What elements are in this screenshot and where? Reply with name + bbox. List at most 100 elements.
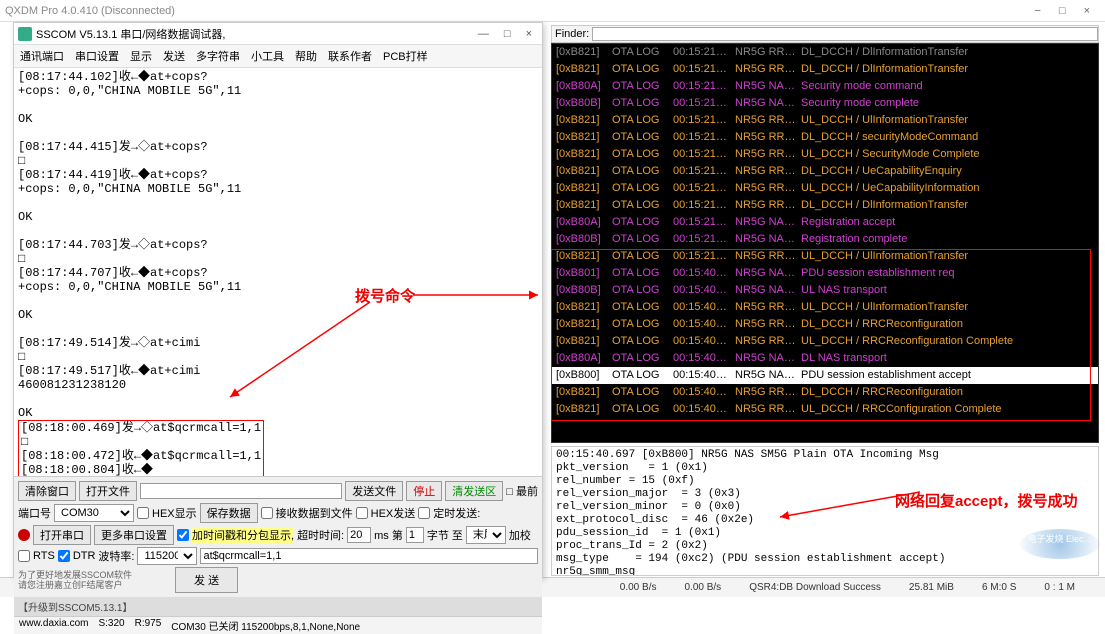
status-sent: S:320 <box>98 618 124 633</box>
clear-window-button[interactable]: 清除窗口 <box>18 481 76 501</box>
menu-item-3[interactable]: 发送 <box>163 48 185 64</box>
port-label: 端口号 <box>18 505 51 521</box>
log-row[interactable]: [0xB80A]OTA LOG00:15:21…NR5G NA…Security… <box>552 78 1098 95</box>
status-site[interactable]: www.daxia.com <box>19 618 88 633</box>
log-row[interactable]: [0xB80B]OTA LOG00:15:21…NR5G NA…Security… <box>552 95 1098 112</box>
menu-item-6[interactable]: 帮助 <box>295 48 317 64</box>
sscom-controls: 清除窗口 打开文件 发送文件 停止 清发送区 □ 最前 端口号 COM30 HE… <box>14 476 542 597</box>
dtr-checkbox[interactable] <box>58 550 70 562</box>
qxdm-title-text: QXDM Pro 4.0.410 (Disconnected) <box>5 5 1034 17</box>
status-size: 25.81 MiB <box>909 582 954 593</box>
clear-send-button[interactable]: 清发送区 <box>445 481 503 501</box>
status-extra: 0 : 1 M <box>1044 582 1075 593</box>
timed-send-label: 定时发送: <box>433 505 480 521</box>
file-path-input[interactable] <box>140 483 342 499</box>
status-bs-recv: 0.00 B/s <box>684 582 721 593</box>
recv-to-file-checkbox[interactable] <box>261 507 273 519</box>
sscom-close-icon[interactable]: × <box>526 28 532 40</box>
maximize-icon[interactable]: □ <box>1059 5 1066 17</box>
timestamp-checkbox[interactable] <box>177 529 189 541</box>
hex-send-checkbox[interactable] <box>356 507 368 519</box>
send-button[interactable]: 发 送 <box>175 567 238 593</box>
log-row[interactable]: [0xB821]OTA LOG00:15:40…NR5G RR…UL_DCCH … <box>552 401 1098 418</box>
menu-item-7[interactable]: 联系作者 <box>328 48 372 64</box>
menu-item-2[interactable]: 显示 <box>130 48 152 64</box>
log-row[interactable]: [0xB821]OTA LOG00:15:21…NR5G RR…DL_DCCH … <box>552 61 1098 78</box>
qxdm-log-panel: Finder: [0xB821]OTA LOG00:15:21…NR5G RR…… <box>551 25 1099 575</box>
minimize-icon[interactable]: − <box>1034 5 1040 17</box>
end-select[interactable]: 末尾 <box>466 526 506 544</box>
status-recv: R:975 <box>135 618 162 633</box>
baud-select[interactable]: 115200 <box>137 547 197 565</box>
log-row[interactable]: [0xB821]OTA LOG00:15:21…NR5G RR…UL_DCCH … <box>552 180 1098 197</box>
ms-label: ms 第 <box>374 527 403 543</box>
serial-terminal[interactable]: [08:17:44.102]收←◆at+cops? +cops: 0,0,"CH… <box>14 68 542 476</box>
sscom-status-bar: www.daxia.com S:320 R:975 COM30 已关闭 1152… <box>14 616 542 634</box>
msg-detail-text: 00:15:40.697 [0xB800] NR5G NAS SM5G Plai… <box>556 449 945 576</box>
open-file-button[interactable]: 打开文件 <box>79 481 137 501</box>
log-row[interactable]: [0xB821]OTA LOG00:15:40…NR5G RR…DL_DCCH … <box>552 316 1098 333</box>
menu-item-0[interactable]: 通讯端口 <box>20 48 64 64</box>
rts-checkbox[interactable] <box>18 550 30 562</box>
hex-display-checkbox[interactable] <box>137 507 149 519</box>
status-bs-send: 0.00 B/s <box>620 582 657 593</box>
log-row[interactable]: [0xB821]OTA LOG00:15:21…NR5G RR…DL_DCCH … <box>552 163 1098 180</box>
menu-item-4[interactable]: 多字符串 <box>196 48 240 64</box>
sscom-title-bar[interactable]: SSCOM V5.13.1 串口/网络数据调试器, — □ × <box>14 23 542 45</box>
sscom-window: SSCOM V5.13.1 串口/网络数据调试器, — □ × 通讯端口串口设置… <box>13 22 543 578</box>
hex-display-label: HEX显示 <box>152 505 197 521</box>
log-row[interactable]: [0xB821]OTA LOG00:15:21…NR5G RR…DL_DCCH … <box>552 129 1098 146</box>
sscom-maximize-icon[interactable]: □ <box>504 28 511 40</box>
timed-send-checkbox[interactable] <box>418 507 430 519</box>
log-row[interactable]: [0xB80A]OTA LOG00:15:21…NR5G NA…Registra… <box>552 214 1098 231</box>
stop-button[interactable]: 停止 <box>406 481 442 501</box>
log-row[interactable]: [0xB821]OTA LOG00:15:21…NR5G RR…DL_DCCH … <box>552 197 1098 214</box>
log-row[interactable]: [0xB821]OTA LOG00:15:40…NR5G RR…UL_DCCH … <box>552 333 1098 350</box>
command-input[interactable] <box>200 548 538 564</box>
tip-text: 为了更好地发展SSCOM软件请您注册嘉立创F结尾客户 <box>18 570 132 590</box>
log-row[interactable]: [0xB80B]OTA LOG00:15:40…NR5G NA…UL NAS t… <box>552 282 1098 299</box>
log-row[interactable]: [0xB821]OTA LOG00:15:21…NR5G RR…UL_DCCH … <box>552 248 1098 265</box>
send-file-button[interactable]: 发送文件 <box>345 481 403 501</box>
timeout-label: 超时时间: <box>297 527 344 543</box>
add-check-label: 加校 <box>509 527 531 543</box>
status-conn: 6 M:0 S <box>982 582 1016 593</box>
status-qsr: QSR4:DB Download Success <box>749 582 881 593</box>
rts-label: RTS <box>33 550 55 562</box>
open-port-button[interactable]: 打开串口 <box>33 525 91 545</box>
menu-item-8[interactable]: PCB打样 <box>383 48 428 64</box>
timeout-input[interactable] <box>347 527 371 543</box>
watermark-logo: 电子发烧 Elec… <box>1020 529 1100 559</box>
log-row[interactable]: [0xB821]OTA LOG00:15:21…NR5G RR…DL_DCCH … <box>552 44 1098 61</box>
more-settings-button[interactable]: 更多串口设置 <box>94 525 174 545</box>
save-data-button[interactable]: 保存数据 <box>200 503 258 523</box>
recv-to-file-label: 接收数据到文件 <box>276 505 353 521</box>
log-row[interactable]: [0xB80A]OTA LOG00:15:40…NR5G NA…DL NAS t… <box>552 350 1098 367</box>
log-row[interactable]: [0xB821]OTA LOG00:15:21…NR5G RR…UL_DCCH … <box>552 146 1098 163</box>
upgrade-banner[interactable]: 【升级到SSCOM5.13.1】 <box>14 597 542 616</box>
qxdm-title-bar: QXDM Pro 4.0.410 (Disconnected) − □ × <box>0 0 1105 22</box>
close-icon[interactable]: × <box>1084 5 1090 17</box>
port-select[interactable]: COM30 <box>54 504 134 522</box>
sscom-title-text: SSCOM V5.13.1 串口/网络数据调试器, <box>36 26 478 42</box>
log-row[interactable]: [0xB821]OTA LOG00:15:40…NR5G RR…UL_DCCH … <box>552 299 1098 316</box>
menu-item-5[interactable]: 小工具 <box>251 48 284 64</box>
log-row[interactable]: [0xB801]OTA LOG00:15:40…NR5G NA…PDU sess… <box>552 265 1098 282</box>
sscom-app-icon <box>18 27 32 41</box>
log-row[interactable]: [0xB80B]OTA LOG00:15:21…NR5G NA…Registra… <box>552 231 1098 248</box>
finder-input[interactable] <box>592 27 1098 41</box>
finder-bar: Finder: <box>551 25 1099 43</box>
terminal-highlighted: [08:18:00.469]发→◇at$qcrmcall=1,1 □ [08:1… <box>18 420 264 476</box>
status-port-info: COM30 已关闭 115200bps,8,1,None,None <box>171 618 360 633</box>
ota-log-list[interactable]: [0xB821]OTA LOG00:15:21…NR5G RR…DL_DCCH … <box>551 43 1099 443</box>
msg-detail-pane[interactable]: 00:15:40.697 [0xB800] NR5G NAS SM5G Plai… <box>551 446 1099 576</box>
log-row[interactable]: [0xB821]OTA LOG00:15:21…NR5G RR…UL_DCCH … <box>552 112 1098 129</box>
finder-label: Finder: <box>552 28 592 40</box>
topmost-toggle[interactable]: □ 最前 <box>506 483 538 499</box>
log-row[interactable]: [0xB800]OTA LOG00:15:40…NR5G NA…PDU sess… <box>552 367 1098 384</box>
log-row[interactable]: [0xB821]OTA LOG00:15:40…NR5G RR…DL_DCCH … <box>552 384 1098 401</box>
byte-pos-input[interactable] <box>406 527 424 543</box>
bytes-to-label: 字节 至 <box>427 527 463 543</box>
sscom-minimize-icon[interactable]: — <box>478 28 489 40</box>
menu-item-1[interactable]: 串口设置 <box>75 48 119 64</box>
